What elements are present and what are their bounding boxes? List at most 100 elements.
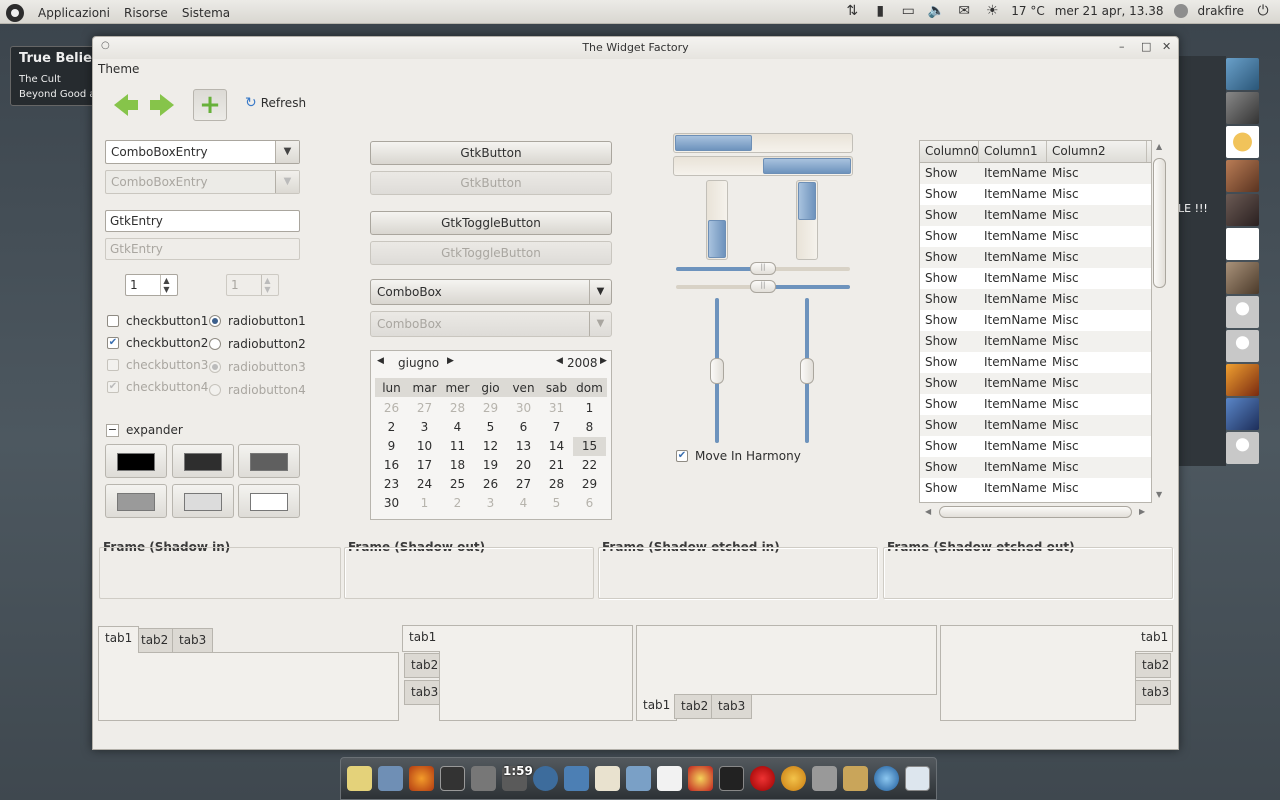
column-header[interactable]: Column0 — [920, 141, 979, 162]
calendar-day[interactable]: 5 — [540, 494, 573, 513]
avatar[interactable] — [1226, 398, 1259, 430]
next-year-icon[interactable]: ▶ — [600, 356, 607, 366]
checkbox-checked-icon[interactable]: ✔ — [676, 450, 688, 462]
calendar-day[interactable]: 12 — [474, 437, 507, 456]
refresh-button[interactable]: ↻ Refresh — [245, 95, 306, 111]
calendar-day[interactable]: 1 — [573, 399, 606, 418]
checkbox-checked-icon[interactable]: ✔ — [107, 337, 119, 349]
calendar-day[interactable]: 4 — [507, 494, 540, 513]
table-row[interactable]: Show ItemName Misc — [920, 415, 1151, 436]
film-icon[interactable] — [812, 766, 837, 791]
calendar-day[interactable]: 30 — [375, 494, 408, 513]
clock[interactable]: mer 21 apr, 13.38 — [1055, 4, 1164, 18]
titlebar[interactable]: ○ The Widget Factory – □ ✕ — [93, 37, 1178, 59]
calendar-day[interactable]: 29 — [573, 475, 606, 494]
spin-value[interactable]: 1 — [126, 275, 160, 295]
calendar-day[interactable]: 19 — [474, 456, 507, 475]
calendar-day[interactable]: 5 — [474, 418, 507, 437]
tab-tab2[interactable]: tab2 — [674, 694, 716, 719]
calendar-day[interactable]: 27 — [507, 475, 540, 494]
calendar-day[interactable]: 9 — [375, 437, 408, 456]
calendar-day[interactable]: 20 — [507, 456, 540, 475]
combo-entry-text[interactable]: ComboBoxEntry — [106, 141, 275, 163]
avatar[interactable] — [1226, 296, 1259, 328]
calendar-day[interactable]: 3 — [408, 418, 441, 437]
calendar-day[interactable]: 8 — [573, 418, 606, 437]
power-icon[interactable]: ⏻ — [1254, 3, 1272, 19]
tab-tab3[interactable]: tab3 — [404, 680, 440, 705]
calendar-day[interactable]: 10 — [408, 437, 441, 456]
calendar-day[interactable]: 28 — [540, 475, 573, 494]
calendar-day[interactable]: 26 — [474, 475, 507, 494]
color-button[interactable] — [238, 484, 300, 518]
avatar[interactable] — [1226, 126, 1259, 158]
menu-risorse[interactable]: Risorse — [124, 6, 168, 20]
calendar-day[interactable]: 6 — [507, 418, 540, 437]
table-row[interactable]: Show ItemName Misc — [920, 457, 1151, 478]
tab-tab3[interactable]: tab3 — [172, 628, 214, 653]
game-icon[interactable] — [688, 766, 713, 791]
tab-tab2[interactable]: tab2 — [1135, 653, 1171, 678]
avatar[interactable] — [1226, 330, 1259, 362]
tab-tab1[interactable]: tab1 — [1135, 625, 1173, 652]
scroll-thumb[interactable] — [939, 506, 1132, 518]
home-folder-icon[interactable] — [378, 766, 403, 791]
expander[interactable]: − expander — [106, 423, 183, 437]
calendar-day[interactable]: 18 — [441, 456, 474, 475]
calendar-day[interactable]: 2 — [375, 418, 408, 437]
firefox-icon[interactable] — [409, 766, 434, 791]
calendar-day[interactable]: 2 — [441, 494, 474, 513]
checkbutton2[interactable]: ✔ checkbutton2 — [107, 336, 208, 350]
avatar[interactable] — [1226, 160, 1259, 192]
radiobutton2[interactable]: radiobutton2 — [209, 337, 306, 351]
globe-icon[interactable] — [874, 766, 899, 791]
radio-selected-icon[interactable] — [209, 315, 221, 327]
video-editor-icon[interactable] — [471, 766, 496, 791]
table-row[interactable]: Show ItemName Misc — [920, 310, 1151, 331]
tab-tab2[interactable]: tab2 — [134, 628, 176, 653]
forward-button[interactable] — [145, 89, 179, 121]
table-row[interactable]: Show ItemName Misc — [920, 268, 1151, 289]
vscale-inverted[interactable] — [800, 298, 814, 443]
calendar-day[interactable]: 28 — [441, 399, 474, 418]
table-row[interactable]: Show ItemName Misc — [920, 373, 1151, 394]
gtk-entry[interactable]: GtkEntry — [105, 210, 300, 232]
avatar[interactable] — [1226, 432, 1259, 464]
avatar[interactable] — [1226, 364, 1259, 396]
scale-handle[interactable] — [710, 357, 724, 384]
scroll-right-icon[interactable]: ▶ — [1139, 507, 1145, 516]
weather-sun-icon[interactable]: ☀ — [983, 3, 1001, 19]
menu-applicazioni[interactable]: Applicazioni — [38, 6, 110, 20]
mail-client-icon[interactable] — [533, 766, 558, 791]
scroll-thumb[interactable] — [1153, 158, 1166, 288]
tab-tab1[interactable]: tab1 — [636, 694, 678, 721]
anchor-icon[interactable] — [347, 766, 372, 791]
mail-icon[interactable]: ✉ — [955, 3, 973, 19]
table-row[interactable]: Show ItemName Misc — [920, 205, 1151, 226]
scroll-up-icon[interactable]: ▲ — [1156, 142, 1162, 151]
move-in-harmony-check[interactable]: ✔ Move In Harmony — [676, 449, 801, 463]
tab-tab1[interactable]: tab1 — [98, 626, 140, 653]
calendar-day[interactable]: 29 — [474, 399, 507, 418]
table-row[interactable]: Show ItemName Misc — [920, 163, 1151, 184]
color-button[interactable] — [105, 484, 167, 518]
table-row[interactable]: Show ItemName Misc — [920, 184, 1151, 205]
calendar-day[interactable]: 27 — [408, 399, 441, 418]
calendar-day[interactable]: 3 — [474, 494, 507, 513]
radiobutton1[interactable]: radiobutton1 — [209, 314, 306, 328]
network-app-icon[interactable] — [564, 766, 589, 791]
calendar-day[interactable]: 7 — [540, 418, 573, 437]
column-header[interactable]: Column2 — [1047, 141, 1147, 162]
maximize-icon[interactable]: □ — [1141, 40, 1151, 53]
volume-icon[interactable]: 🔈 — [927, 3, 945, 19]
calendar-day[interactable]: 13 — [507, 437, 540, 456]
close-icon[interactable]: ✕ — [1162, 40, 1171, 53]
scroll-down-icon[interactable]: ▼ — [1156, 490, 1162, 499]
tab-tab3[interactable]: tab3 — [1135, 680, 1171, 705]
calendar[interactable]: ◀ giugno ▶ ◀ 2008 ▶ lun mar mer gio ven sab do… — [370, 350, 612, 520]
color-button[interactable] — [105, 444, 167, 478]
calendar-day[interactable]: 17 — [408, 456, 441, 475]
minimize-icon[interactable]: – — [1119, 40, 1125, 53]
menu-sistema[interactable]: Sistema — [182, 6, 230, 20]
column-header[interactable]: Column1 — [979, 141, 1047, 162]
